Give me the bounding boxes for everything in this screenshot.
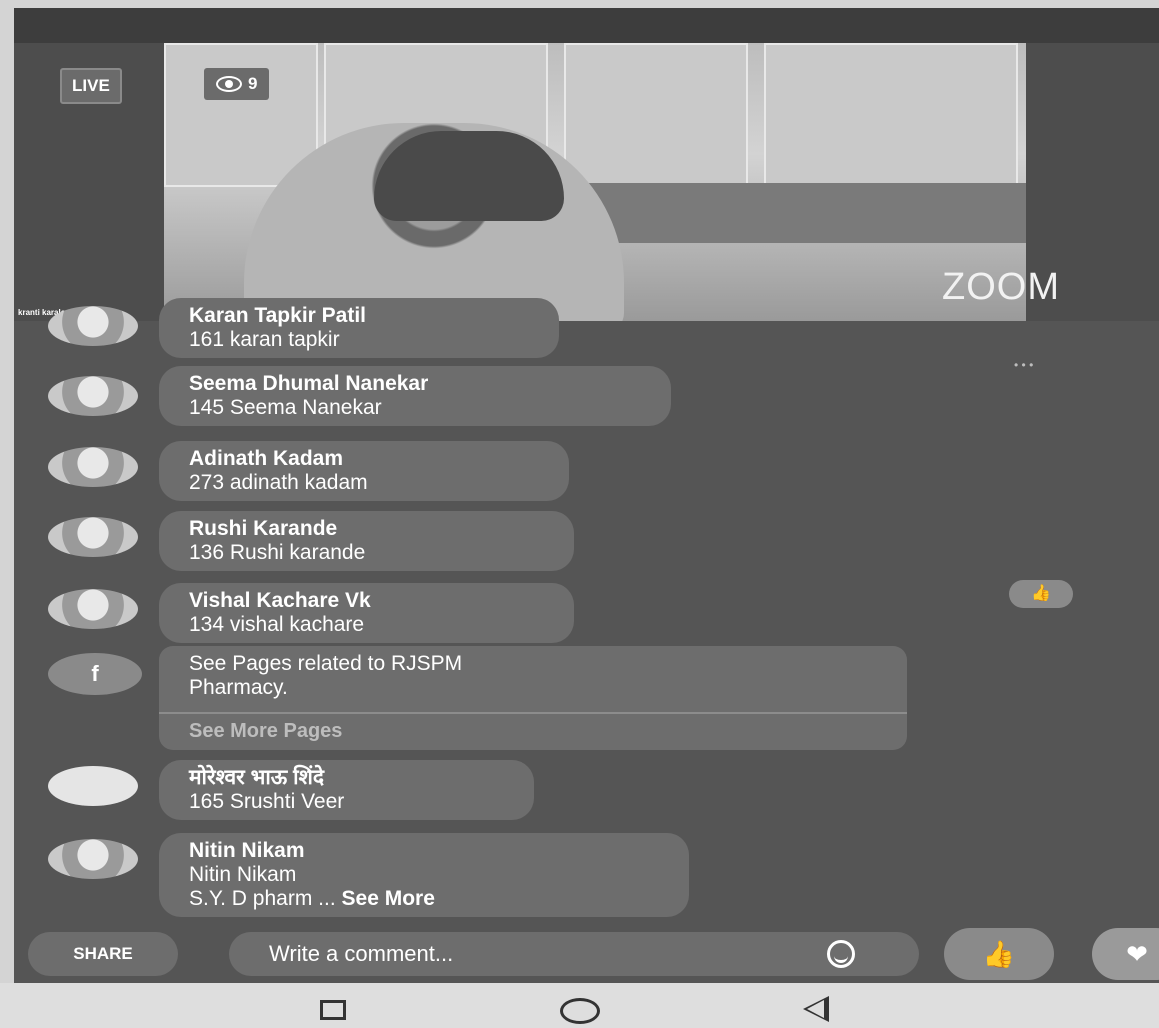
comment-text-line-2: S.Y. D pharm ... See More	[189, 887, 435, 910]
avatar[interactable]	[48, 447, 138, 487]
comment-author[interactable]: Adinath Kadam	[189, 447, 539, 471]
facebook-pages-icon: f	[48, 653, 142, 695]
comment-bubble[interactable]: Seema Dhumal Nanekar 145 Seema Nanekar	[159, 366, 671, 426]
comment-author[interactable]: Seema Dhumal Nanekar	[189, 372, 641, 396]
avatar[interactable]	[48, 589, 138, 629]
love-button[interactable]: ❤	[1092, 928, 1159, 980]
comment-text: 145 Seema Nanekar	[189, 396, 382, 419]
avatar[interactable]	[48, 839, 138, 879]
comment-author[interactable]: Nitin Nikam	[189, 839, 659, 863]
eye-icon	[216, 76, 242, 92]
card-divider	[159, 712, 907, 714]
floating-reactions: • • •	[1014, 358, 1034, 372]
avatar[interactable]	[48, 766, 138, 806]
comment-author[interactable]: मोरेश्वर भाऊ शिंदे	[189, 766, 504, 790]
comment-bubble[interactable]: Nitin Nikam Nitin Nikam S.Y. D pharm ...…	[159, 833, 689, 917]
avatar[interactable]	[48, 517, 138, 557]
related-pages-text-2: Pharmacy.	[189, 676, 288, 699]
avatar[interactable]	[48, 376, 138, 416]
comment-bubble[interactable]: मोरेश्वर भाऊ शिंदे 165 Srushti Veer	[159, 760, 534, 820]
bottom-action-bar: SHARE 👍 ❤	[14, 926, 1159, 983]
comment-bubble[interactable]: Vishal Kachare Vk 134 vishal kachare	[159, 583, 574, 643]
comment-text: 134 vishal kachare	[189, 613, 365, 636]
comment-bubble[interactable]: Rushi Karande 136 Rushi karande	[159, 511, 574, 571]
comment-author[interactable]: Vishal Kachare Vk	[189, 589, 544, 613]
back-icon[interactable]	[803, 996, 829, 1022]
viewer-count-badge: 9	[204, 68, 270, 100]
viewer-count: 9	[248, 74, 258, 93]
comment-text: 273 adinath kadam	[189, 471, 368, 494]
comment-text: 165 Srushti Veer	[189, 790, 345, 813]
floating-like-reaction: 👍	[1009, 580, 1073, 608]
related-pages-card: See Pages related to RJSPM Pharmacy. See…	[159, 646, 907, 750]
live-stream-screen: ZOOM kranti karale LIVE 9 Karan Tapkir P…	[14, 8, 1159, 983]
see-more-pages-link[interactable]: See More Pages	[189, 720, 342, 743]
comment-input[interactable]	[229, 932, 919, 976]
see-more-link[interactable]: See More	[342, 887, 435, 910]
live-video[interactable]	[164, 43, 1026, 321]
comment-author[interactable]: Rushi Karande	[189, 517, 544, 541]
home-icon[interactable]	[560, 998, 600, 1024]
emoji-icon[interactable]	[827, 940, 855, 968]
live-badge: LIVE	[60, 68, 122, 104]
comment-bubble[interactable]: Adinath Kadam 273 adinath kadam	[159, 441, 569, 501]
android-nav-bar	[0, 983, 1159, 1028]
related-pages-text: See Pages related to RJSPM	[189, 652, 463, 675]
comment-text: 161 karan tapkir	[189, 328, 340, 351]
recent-apps-icon[interactable]	[320, 1000, 346, 1020]
status-bar	[14, 8, 1159, 44]
avatar[interactable]	[48, 306, 138, 346]
comment-author[interactable]: Karan Tapkir Patil	[189, 304, 529, 328]
like-button[interactable]: 👍	[944, 928, 1054, 980]
zoom-watermark: ZOOM	[942, 266, 1060, 308]
comment-text: Nitin Nikam	[189, 863, 297, 886]
comment-bubble[interactable]: Karan Tapkir Patil 161 karan tapkir	[159, 298, 559, 358]
share-button[interactable]: SHARE	[28, 932, 178, 976]
comment-text: 136 Rushi karande	[189, 541, 366, 564]
